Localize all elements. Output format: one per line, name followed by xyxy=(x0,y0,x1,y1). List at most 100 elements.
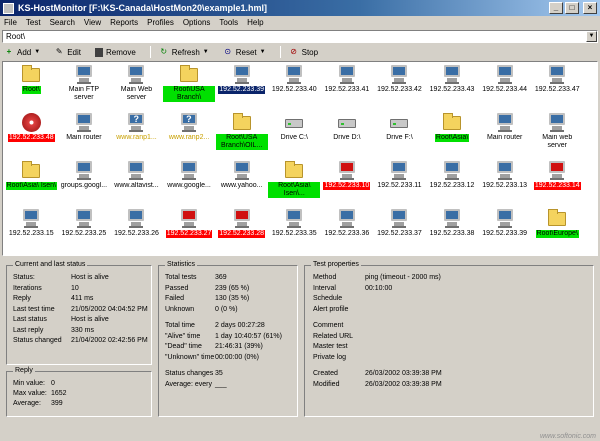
remove-button[interactable]: Remove xyxy=(94,47,136,57)
menu-file[interactable]: File xyxy=(4,18,17,27)
host-item[interactable]: 192.52.233.27 xyxy=(163,206,216,254)
menu-profiles[interactable]: Profiles xyxy=(147,18,174,27)
host-item[interactable]: 192.52.233.36 xyxy=(321,206,374,254)
statistics-field-value: 369 xyxy=(215,274,227,281)
info-area: Current and last status Status: Host is a… xyxy=(2,259,598,431)
menu-help[interactable]: Help xyxy=(247,18,263,27)
host-item[interactable]: 192.52.233.12 xyxy=(426,158,479,206)
properties-field-label: Related URL xyxy=(313,332,354,340)
menu-search[interactable]: Search xyxy=(50,18,75,27)
path-dropdown-button[interactable]: ▼ xyxy=(586,31,597,42)
host-item[interactable]: 192.52.233.47 xyxy=(531,62,584,110)
reset-dropdown-icon[interactable]: ▼ xyxy=(260,49,266,55)
host-item[interactable]: Main router xyxy=(58,110,111,158)
host-item[interactable]: Root\Europe\ xyxy=(531,206,584,254)
maximize-button[interactable]: □ xyxy=(565,2,579,14)
properties-field-value: 26/03/2002 03:39:38 PM xyxy=(365,380,442,388)
refresh-dropdown-icon[interactable]: ▼ xyxy=(203,49,209,55)
refresh-button[interactable]: ↻ Refresh ▼ xyxy=(159,47,209,57)
edit-button[interactable]: ✎ Edit xyxy=(54,47,81,57)
host-label: 192.52.233.11 xyxy=(377,182,422,189)
host-item[interactable]: 192.52.233.14 xyxy=(531,158,584,206)
host-item[interactable]: Main Web server xyxy=(110,62,163,110)
properties-row: Created 26/03/2002 03:39:38 PM xyxy=(313,370,442,378)
host-item[interactable]: 192.52.233.28 xyxy=(215,206,268,254)
host-item[interactable]: Root\USA Branch\OIL... xyxy=(215,110,268,158)
host-item[interactable]: Main FTP server xyxy=(58,62,111,110)
properties-field-label: Schedule xyxy=(313,295,343,302)
host-item[interactable]: Main router xyxy=(478,110,531,158)
host-label: 192.52.233.48 xyxy=(7,134,55,142)
menu-reports[interactable]: Reports xyxy=(110,18,138,27)
statistics-field-label: Total time xyxy=(165,322,195,329)
host-item[interactable]: Drive F:\ xyxy=(373,110,426,158)
host-item[interactable]: Drive C:\ xyxy=(268,110,321,158)
host-item[interactable]: CPU (critical - 90%) xyxy=(110,254,163,255)
statistics-field-label: Status changes xyxy=(165,370,214,377)
host-item[interactable]: Main web server xyxy=(531,110,584,158)
host-item[interactable]: Root\Asia\ Isen\ xyxy=(5,158,58,206)
monitor-icon xyxy=(494,63,516,85)
statistics-row: Total tests 369 xyxy=(165,274,227,282)
menu-options[interactable]: Options xyxy=(183,18,211,27)
host-item[interactable]: Root\Asia\ Isen\... xyxy=(268,158,321,206)
reply-field-value: 0 xyxy=(51,380,55,387)
host-item[interactable]: 192.52.233.40 xyxy=(268,62,321,110)
current-field-value: Host is alive xyxy=(71,316,109,323)
host-item[interactable]: www.yahoo... xyxy=(215,158,268,206)
host-item[interactable]: groups.googl... xyxy=(58,158,111,206)
host-view[interactable]: Root\ Main FTP server Main Web server Root\… xyxy=(2,61,598,256)
host-item[interactable]: www.google... xyxy=(163,158,216,206)
reset-button[interactable]: ⊙ Reset ▼ xyxy=(223,47,266,57)
close-button[interactable]: × xyxy=(583,2,597,14)
host-item[interactable]: 192.52.233.41 xyxy=(321,62,374,110)
host-label: 192.52.233.15 xyxy=(8,230,54,237)
host-item[interactable]: Root\USA Branch\ xyxy=(163,62,216,110)
host-item[interactable]: www.altavist... xyxy=(110,158,163,206)
host-item[interactable]: 192.52.233.26 xyxy=(110,206,163,254)
host-label: Root\Asia\ Isen\... xyxy=(268,182,321,198)
properties-field-label: Modified xyxy=(313,380,340,388)
host-label: www.google... xyxy=(167,182,211,189)
host-item[interactable]: 192.52.233.39 xyxy=(478,206,531,254)
add-dropdown-icon[interactable]: ▼ xyxy=(34,49,40,55)
statistics-row: Failed 130 (35 %) xyxy=(165,295,249,303)
host-item[interactable]: 192.52.233.38 xyxy=(426,206,479,254)
minimize-button[interactable]: _ xyxy=(549,2,563,14)
host-item[interactable]: 192.52.233.35 xyxy=(268,206,321,254)
host-item[interactable]: 192.52.233.39 xyxy=(215,62,268,110)
host-item[interactable]: 192.52.233.11 xyxy=(373,158,426,206)
reply-row: Min value: 0 xyxy=(13,380,55,388)
host-item[interactable]: Root\Asia\ xyxy=(426,110,479,158)
host-item[interactable]: CPU (warnin... xyxy=(163,254,216,255)
host-item[interactable]: ? www.ranp2... xyxy=(163,110,216,158)
host-item[interactable]: 192.52.233.25 xyxy=(58,206,111,254)
menu-tools[interactable]: Tools xyxy=(219,18,238,27)
host-item[interactable]: 192.52.233.44 xyxy=(478,62,531,110)
menu-test[interactable]: Test xyxy=(26,18,41,27)
menu-view[interactable]: View xyxy=(84,18,101,27)
statistics-row: "Dead" time 21:46:31 (39%) xyxy=(165,343,263,351)
host-item[interactable]: 192.52.233.13 xyxy=(478,158,531,206)
toolbar: + Add ▼ ✎ Edit Remove ↻ Refresh ▼ ⊙ Rese… xyxy=(0,44,600,60)
host-item[interactable]: 192.52.233.43 xyxy=(426,62,479,110)
stop-button[interactable]: ⊘ Stop xyxy=(289,47,318,57)
host-item[interactable]: Root\Europ... Usage\ xyxy=(58,254,111,256)
path-combobox[interactable]: Root\ ▼ xyxy=(2,30,598,43)
host-item[interactable]: ? www.ranp1... xyxy=(110,110,163,158)
add-button[interactable]: + Add ▼ xyxy=(4,47,41,57)
host-item[interactable]: 192.52.233.48 xyxy=(5,110,58,158)
app-icon[interactable] xyxy=(3,2,14,14)
host-item[interactable]: 192.52.233.15 xyxy=(5,206,58,254)
statistics-field-value: 00:00:00 (0%) xyxy=(215,353,259,361)
host-item[interactable]: Root\ xyxy=(5,62,58,110)
host-item[interactable]: 192.52.233.37 xyxy=(373,206,426,254)
menu-bar: File Test Search View Reports Profiles O… xyxy=(0,16,600,29)
host-item[interactable]: 192.52.233.10 xyxy=(321,158,374,206)
folder-icon xyxy=(73,255,95,256)
host-label: groups.googl... xyxy=(60,182,108,189)
host-item[interactable]: Main router xyxy=(5,254,58,255)
properties-row: Private log xyxy=(313,354,365,362)
host-item[interactable]: Drive D:\ xyxy=(321,110,374,158)
host-item[interactable]: 192.52.233.42 xyxy=(373,62,426,110)
